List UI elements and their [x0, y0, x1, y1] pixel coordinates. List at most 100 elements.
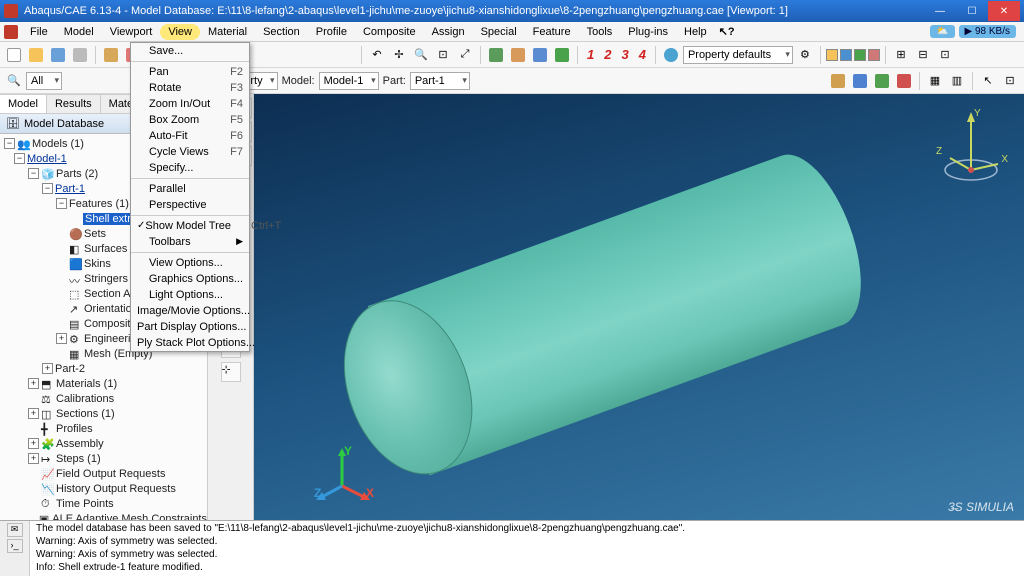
menu-model[interactable]: Model	[56, 24, 102, 40]
menu-graphics-options[interactable]: Graphics Options...	[131, 271, 249, 287]
expand-steps[interactable]: +	[28, 453, 39, 464]
menu-parallel[interactable]: Parallel	[131, 181, 249, 197]
open-icon[interactable]	[26, 45, 46, 65]
color-swatch-4[interactable]	[868, 49, 880, 61]
tree-part-2[interactable]: Part-2	[55, 363, 85, 375]
view-num-2[interactable]: 2	[600, 47, 615, 62]
tree-model-1[interactable]: Model-1	[27, 153, 67, 165]
close-button[interactable]: ✕	[988, 1, 1020, 21]
nav-icon-2[interactable]: ✢	[389, 45, 409, 65]
view-num-4[interactable]: 4	[635, 47, 650, 62]
maximize-button[interactable]: ☐	[956, 1, 988, 21]
menu-perspective[interactable]: Perspective	[131, 197, 249, 213]
menu-profile[interactable]: Profile	[308, 24, 355, 40]
tree-composite[interactable]: Composite	[84, 318, 137, 330]
expand-features[interactable]: −	[56, 198, 67, 209]
nav-icon-3[interactable]: 🔍	[411, 45, 431, 65]
tab-model[interactable]: Model	[0, 95, 47, 113]
expand-part-1[interactable]: −	[42, 183, 53, 194]
gear-icon[interactable]: ⚙	[795, 45, 815, 65]
nav-icon-5[interactable]: ⤢	[455, 45, 475, 65]
expand-models[interactable]: −	[4, 138, 15, 149]
view-num-3[interactable]: 3	[617, 47, 632, 62]
model-combo[interactable]: Model-1	[319, 72, 379, 90]
expand-part-2[interactable]: +	[42, 363, 53, 374]
tree-skins[interactable]: Skins	[84, 258, 111, 270]
menu-zoom-in-out[interactable]: Zoom In/OutF4	[131, 96, 249, 112]
menu-toolbars[interactable]: Toolbars▶	[131, 234, 249, 250]
cube-icon-3[interactable]	[530, 45, 550, 65]
tool-misc-icon[interactable]: ⊹	[221, 362, 241, 382]
tree-surfaces[interactable]: Surfaces	[84, 243, 127, 255]
menu-view[interactable]: View	[160, 24, 200, 40]
color-swatch-2[interactable]	[840, 49, 852, 61]
cube-icon-4[interactable]	[552, 45, 572, 65]
tree-field-output[interactable]: Field Output Requests	[56, 468, 165, 480]
tree-features[interactable]: Features (1)	[69, 198, 129, 210]
menu-plugins[interactable]: Plug-ins	[620, 24, 676, 40]
tree-assembly[interactable]: Assembly	[56, 438, 104, 450]
menu-auto-fit[interactable]: Auto-FitF6	[131, 128, 249, 144]
select-icon[interactable]: ↖	[978, 71, 998, 91]
select-rect-icon[interactable]: ⊡	[1000, 71, 1020, 91]
view-compass[interactable]: Y X Z	[936, 108, 1006, 188]
annot-icon-3[interactable]: ⊡	[935, 45, 955, 65]
viewport-3d[interactable]: Y X Z Y X Z 3̶S SIMULIA	[254, 94, 1024, 520]
tree-part-1[interactable]: Part-1	[55, 183, 85, 195]
menu-specify[interactable]: Specify...	[131, 160, 249, 176]
menu-light-options[interactable]: Light Options...	[131, 287, 249, 303]
menu-composite[interactable]: Composite	[355, 24, 424, 40]
color-swatch-3[interactable]	[854, 49, 866, 61]
cube-icon-2[interactable]	[508, 45, 528, 65]
expand-parts[interactable]: −	[28, 168, 39, 179]
menu-material[interactable]: Material	[200, 24, 255, 40]
menu-rotate[interactable]: RotateF3	[131, 80, 249, 96]
expand-model-1[interactable]: −	[14, 153, 25, 164]
expand-assembly[interactable]: +	[28, 438, 39, 449]
menu-ply-stack-plot-options[interactable]: Ply Stack Plot Options...	[131, 335, 249, 351]
part-combo[interactable]: Part-1	[410, 72, 470, 90]
print-icon[interactable]	[70, 45, 90, 65]
menu-pan[interactable]: PanF2	[131, 64, 249, 80]
menu-tools[interactable]: Tools	[579, 24, 621, 40]
tree-sets[interactable]: Sets	[84, 228, 106, 240]
console-tab-1[interactable]: ✉	[7, 523, 23, 537]
menu-assign[interactable]: Assign	[424, 24, 473, 40]
tree-parts[interactable]: Parts (2)	[56, 168, 98, 180]
tree-ale[interactable]: ALE Adaptive Mesh Constraints	[52, 513, 207, 521]
disp-icon-3[interactable]	[872, 71, 892, 91]
annot-icon-2[interactable]: ⊟	[913, 45, 933, 65]
menu-help[interactable]: Help	[676, 24, 715, 40]
tree-time-points[interactable]: Time Points	[56, 498, 114, 510]
menu-section[interactable]: Section	[255, 24, 308, 40]
menu-save-view[interactable]: Save...	[131, 43, 249, 59]
nav-icon-4[interactable]: ⊡	[433, 45, 453, 65]
sphere-icon[interactable]	[661, 45, 681, 65]
tree-profiles[interactable]: Profiles	[56, 423, 93, 435]
part-icon[interactable]	[101, 45, 121, 65]
new-icon[interactable]	[4, 45, 24, 65]
context-help-icon[interactable]: ↖?	[719, 25, 735, 38]
disp-icon-1[interactable]	[828, 71, 848, 91]
disp-icon-2[interactable]	[850, 71, 870, 91]
tree-calibrations[interactable]: Calibrations	[56, 393, 114, 405]
mesh-icon-2[interactable]: ▥	[947, 71, 967, 91]
menu-cycle-views[interactable]: Cycle ViewsF7	[131, 144, 249, 160]
menu-feature[interactable]: Feature	[525, 24, 579, 40]
tree-sections[interactable]: Sections (1)	[56, 408, 115, 420]
tree-history-output[interactable]: History Output Requests	[56, 483, 176, 495]
tree-steps[interactable]: Steps (1)	[56, 453, 101, 465]
view-num-1[interactable]: 1	[583, 47, 598, 62]
expand-materials[interactable]: +	[28, 378, 39, 389]
tree-materials[interactable]: Materials (1)	[56, 378, 117, 390]
console-text[interactable]: The model database has been saved to "E:…	[30, 521, 1024, 576]
menu-part-display-options[interactable]: Part Display Options...	[131, 319, 249, 335]
mesh-icon-1[interactable]: ▦	[925, 71, 945, 91]
expand-eng[interactable]: +	[56, 333, 67, 344]
menu-view-options[interactable]: View Options...	[131, 255, 249, 271]
menu-box-zoom[interactable]: Box ZoomF5	[131, 112, 249, 128]
tree-stringers[interactable]: Stringers	[84, 273, 128, 285]
menu-file[interactable]: File	[22, 24, 56, 40]
menu-viewport[interactable]: Viewport	[102, 24, 161, 40]
expand-sections[interactable]: +	[28, 408, 39, 419]
